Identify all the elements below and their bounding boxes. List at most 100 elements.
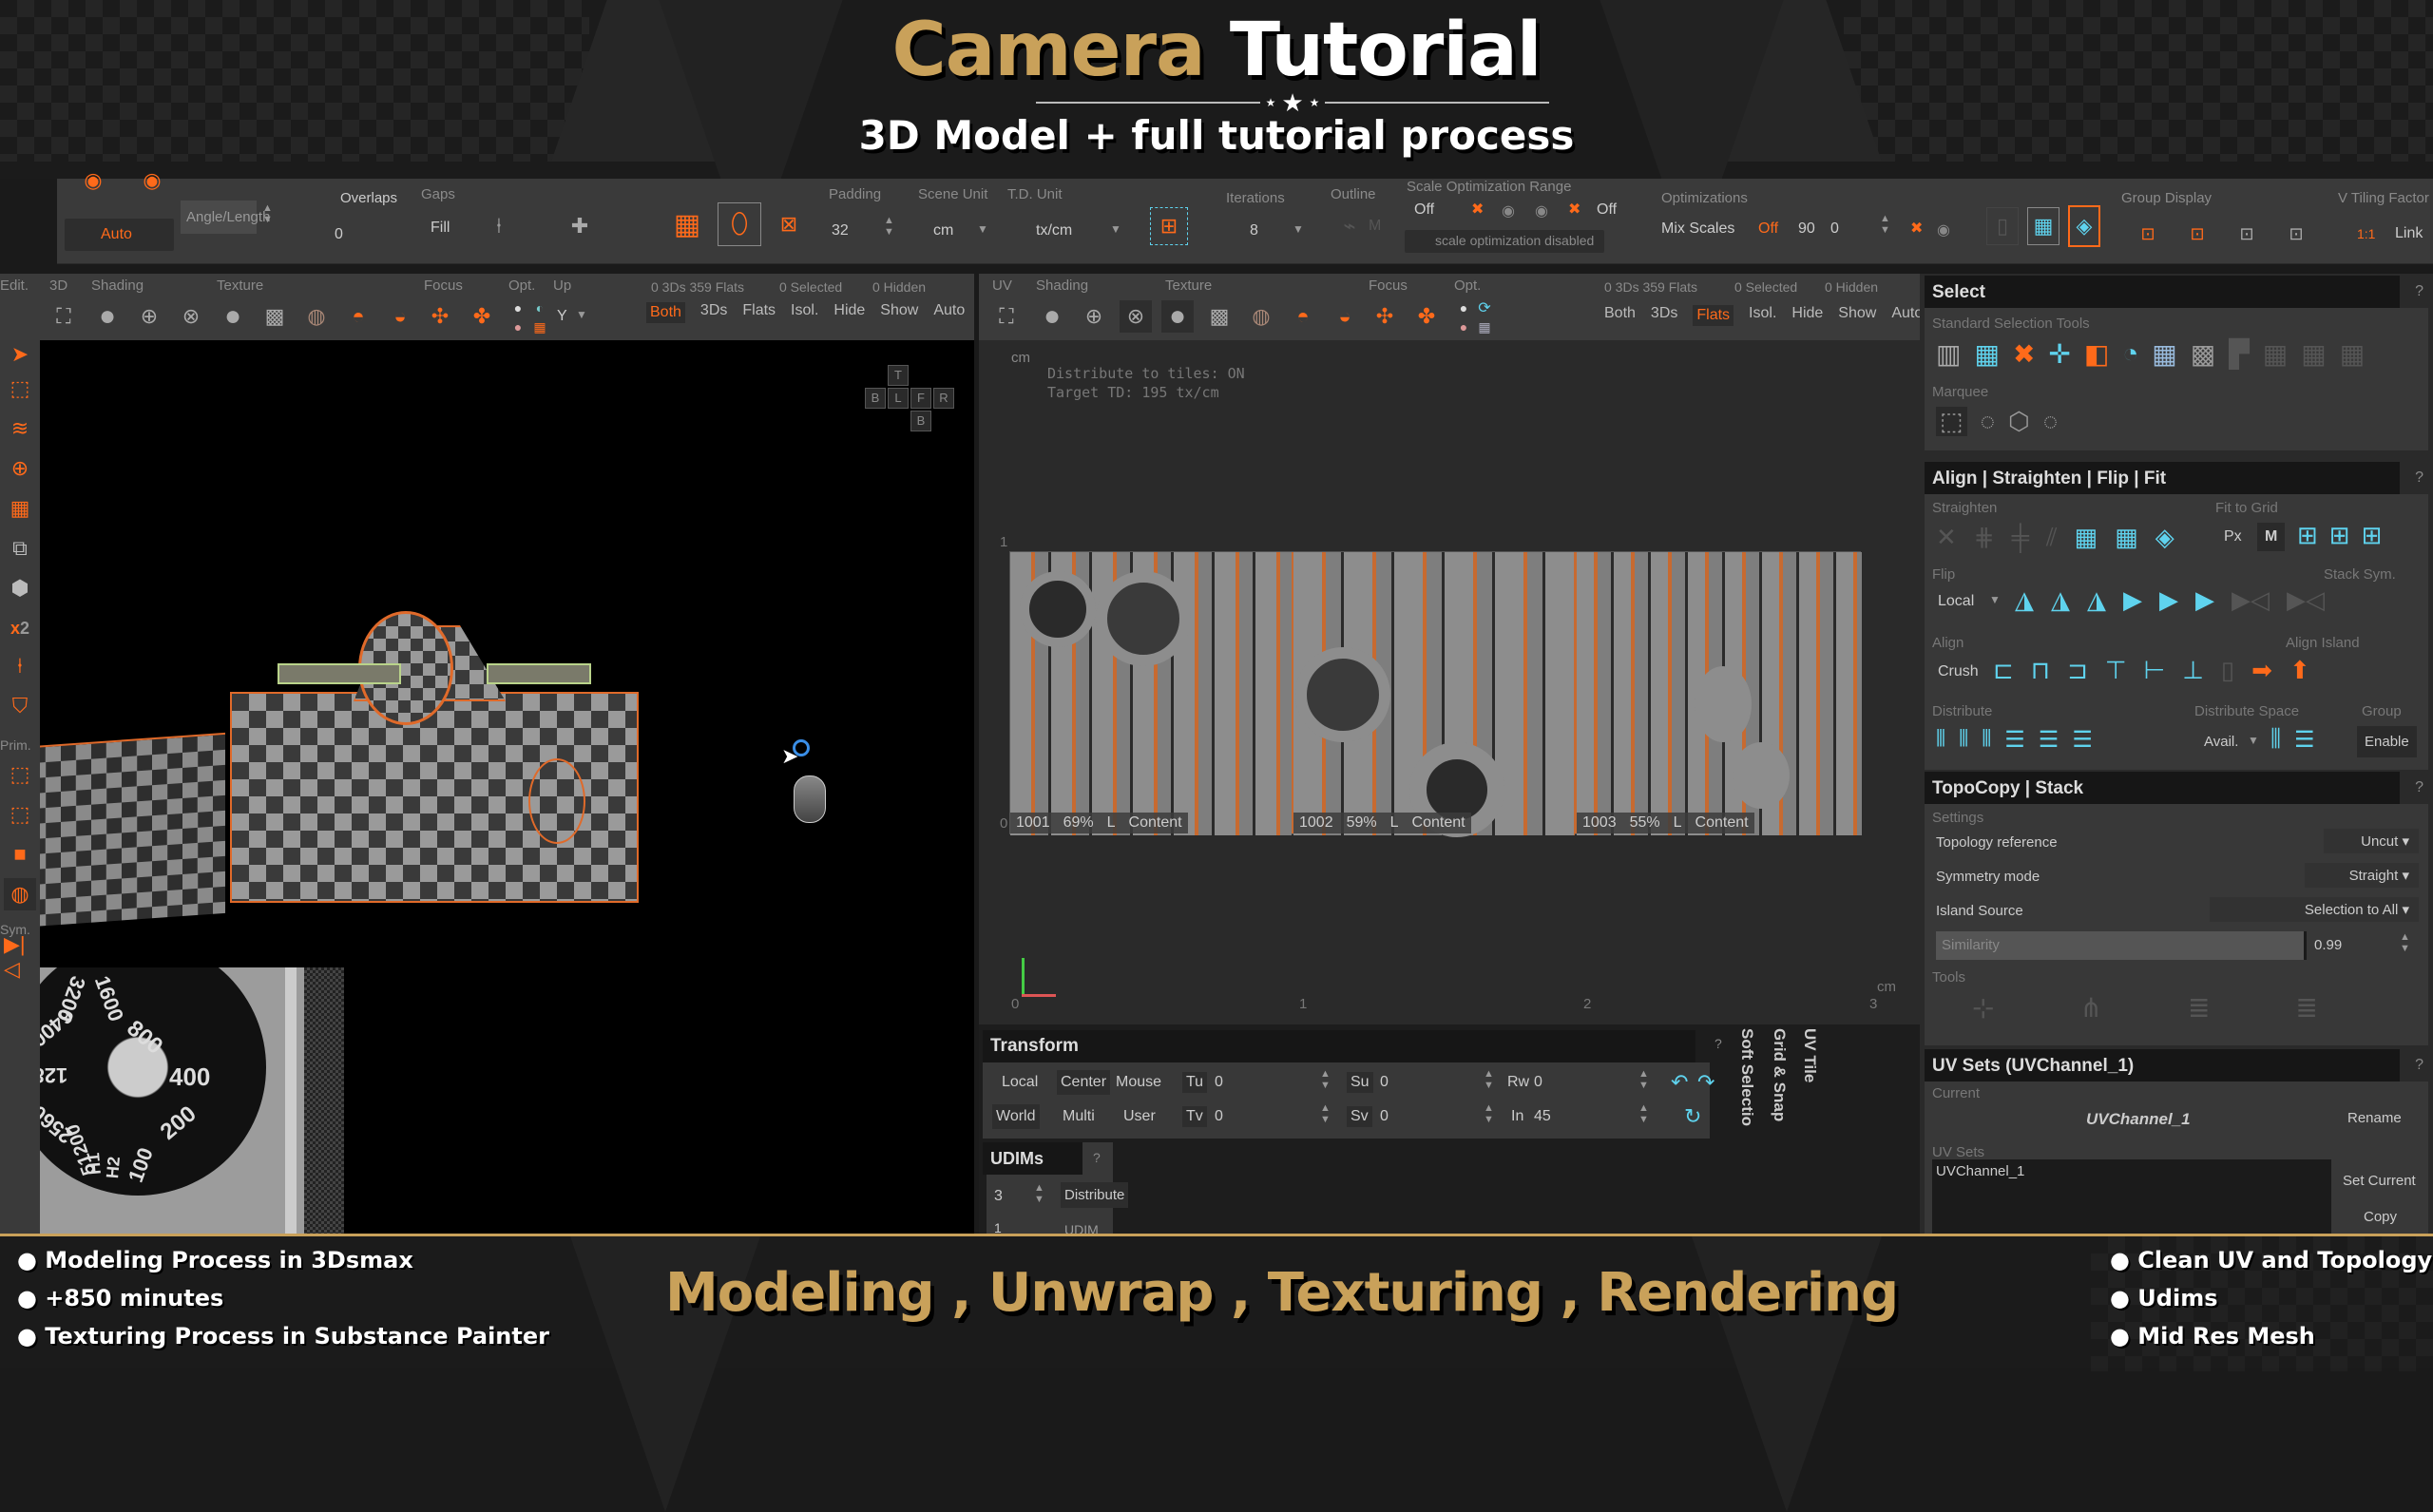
tab-grid-snap[interactable]: Grid & Snap — [1770, 1028, 1789, 1121]
wireframe-shading-icon[interactable]: ⊕ — [1078, 300, 1110, 333]
select-columns-icon[interactable]: ▥ — [1936, 338, 1961, 370]
transform-box-icon[interactable]: ⬚ — [4, 373, 36, 405]
center-toggle[interactable]: Center — [1057, 1070, 1111, 1095]
su-button[interactable]: Su — [1347, 1072, 1373, 1093]
flip-v-center-icon[interactable]: ▶ — [2159, 585, 2178, 615]
copy-button[interactable]: Copy — [2364, 1209, 2397, 1225]
close-icon[interactable]: ✖ — [1471, 200, 1484, 219]
grow-selection-icon[interactable]: ▦ — [2152, 338, 2176, 370]
udim-count-stepper[interactable]: ▲ ▼ — [1034, 1182, 1044, 1205]
solid-shading-icon[interactable]: ● — [91, 300, 124, 333]
tv-stepper[interactable]: ▲ ▼ — [1320, 1102, 1331, 1125]
texel-density-icon[interactable]: ⊞ — [1150, 207, 1188, 245]
outline-m[interactable]: M — [1369, 218, 1381, 235]
similarity-slider[interactable]: Similarity — [1936, 931, 2307, 960]
select-similar-icon[interactable]: ◔ — [2122, 338, 2138, 370]
wire-solid-shading-icon[interactable]: ⊗ — [175, 300, 207, 333]
sphere-grid-icon[interactable]: ⊕ — [4, 452, 36, 485]
focus-selected-icon[interactable]: ✤ — [466, 300, 498, 333]
uvsets-list-item[interactable]: UVChannel_1 — [1936, 1163, 2024, 1179]
mix-stepper[interactable]: ▲ ▼ — [1880, 213, 1890, 236]
help-button[interactable]: ? — [2415, 469, 2423, 487]
similarity-stepper[interactable]: ▲ ▼ — [2400, 931, 2410, 954]
filter-auto[interactable]: Auto — [933, 302, 965, 323]
filter-3ds[interactable]: 3Ds — [700, 302, 727, 323]
frame-icon[interactable]: ⛶ — [992, 302, 1021, 331]
select-overlap-icon[interactable]: ◧ — [2084, 338, 2109, 370]
rw-input[interactable]: 0 — [1534, 1074, 1542, 1091]
stack-sym2-icon[interactable]: ▶◁ — [2287, 585, 2325, 615]
fit-grid-equal-icon[interactable]: ⊞ — [2362, 521, 2383, 550]
focus-all-icon[interactable]: ✣ — [424, 300, 456, 333]
ball-icon[interactable]: ● — [508, 317, 527, 336]
shield-icon[interactable]: ⛉ — [4, 690, 36, 722]
focus-selected-icon[interactable]: ✤ — [1410, 300, 1443, 333]
straighten-v-icon[interactable]: ╪ — [2012, 523, 2029, 553]
grid-floor-icon[interactable]: ▦ — [530, 317, 549, 336]
tu-button[interactable]: Tu — [1182, 1072, 1208, 1093]
select-grid-icon[interactable]: ▦ — [2263, 338, 2288, 370]
up-axis-dropdown[interactable]: Y — [557, 308, 567, 325]
px-toggle[interactable]: Px — [2224, 528, 2242, 545]
align-island-icon[interactable]: ▯ — [2221, 656, 2234, 685]
unwrap-icon[interactable]: ◉ — [74, 168, 112, 192]
filter-flats[interactable]: Flats — [1693, 305, 1734, 326]
overlaps-input[interactable]: 0 — [335, 226, 343, 243]
group-display-icon[interactable]: ◈ — [2068, 205, 2100, 247]
sv-stepper[interactable]: ▲ ▼ — [1484, 1102, 1494, 1125]
rotate-ccw-icon[interactable]: ↶ — [1671, 1070, 1688, 1095]
filter-hide[interactable]: Hide — [1791, 305, 1823, 326]
straighten-diag-icon[interactable]: ⫽ — [2046, 523, 2058, 553]
stitch-icon[interactable]: ⧉ — [4, 532, 36, 565]
grid-display-icon[interactable]: ▯ — [1986, 207, 2019, 245]
su-stepper[interactable]: ▲ ▼ — [1484, 1068, 1494, 1091]
select-grid2-icon[interactable]: ▦ — [2301, 338, 2326, 370]
local-toggle[interactable]: Local — [1002, 1074, 1038, 1091]
help-button[interactable]: ? — [1715, 1036, 1722, 1051]
select-edge-icon[interactable]: ▛ — [2229, 338, 2250, 370]
color-texture-icon[interactable]: ◍ — [1245, 300, 1277, 333]
filter-both[interactable]: Both — [646, 302, 685, 323]
island-source-dropdown[interactable]: Selection to All ▾ — [2210, 897, 2419, 922]
filter-3ds[interactable]: 3Ds — [1651, 305, 1677, 326]
grid-icon[interactable]: ▦ — [1475, 317, 1494, 336]
distribute-right-icon[interactable]: ⫴ — [1982, 726, 1991, 754]
multi-toggle[interactable]: Multi — [1063, 1108, 1095, 1125]
filter-auto[interactable]: Auto — [1891, 305, 1923, 326]
align-right-icon[interactable]: ⊐ — [2067, 656, 2088, 685]
flip-v-top-icon[interactable]: ▶ — [2123, 585, 2142, 615]
similarity-input[interactable]: 0.99 — [2314, 937, 2342, 953]
angle-length-dropdown[interactable]: Angle/Length — [181, 201, 270, 234]
fit-grid-minus-icon[interactable]: ⊞ — [2329, 521, 2350, 550]
distribute-space-h-icon[interactable]: ⫼ — [2270, 726, 2281, 754]
filter-both[interactable]: Both — [1604, 305, 1636, 326]
align-left-icon[interactable]: ⊏ — [1993, 656, 2014, 685]
select-grid3-icon[interactable]: ▦ — [2340, 338, 2365, 370]
rw-stepper[interactable]: ▲ ▼ — [1638, 1068, 1649, 1091]
unwrap-icon[interactable]: ◉ — [133, 168, 171, 192]
frame-icon[interactable]: ⛶ — [49, 302, 78, 331]
udims-help[interactable]: ? — [1082, 1142, 1113, 1175]
flip-h-right-icon[interactable]: ◮ — [2087, 585, 2106, 615]
align-center-v-icon[interactable]: ⊢ — [2144, 656, 2166, 685]
marquee-lasso-icon[interactable]: ◌ — [1981, 407, 1995, 436]
symmetry-icon[interactable]: ▶|◁ — [4, 932, 36, 981]
help-button[interactable]: ? — [2415, 779, 2423, 796]
select-arrow-icon[interactable]: ➤ — [4, 338, 36, 371]
flip-space-dropdown[interactable]: Local — [1938, 593, 1974, 610]
align-bottom-icon[interactable]: ⊥ — [2182, 656, 2204, 685]
pack-pinned-icon[interactable]: ⊠ — [770, 202, 808, 246]
filter-flats[interactable]: Flats — [742, 302, 776, 323]
deselect-icon[interactable]: ✖ — [2013, 338, 2035, 370]
set-current-button[interactable]: Set Current — [2343, 1173, 2416, 1189]
close-icon[interactable]: ✖ — [1568, 200, 1580, 219]
stack-sym-icon[interactable]: ▶◁ — [2232, 585, 2270, 615]
distribute-space-v-icon[interactable]: ☰ — [2294, 726, 2315, 754]
wire-solid-shading-icon[interactable]: ⊗ — [1120, 300, 1152, 333]
tv-button[interactable]: Tv — [1182, 1106, 1207, 1127]
flip-v-bottom-icon[interactable]: ▶ — [2195, 585, 2214, 615]
solid-shading-icon[interactable]: ● — [1036, 300, 1068, 333]
stack-icon[interactable]: ≣ — [2188, 992, 2210, 1024]
scale-opt-max-dropdown[interactable]: Off — [1597, 201, 1617, 219]
align-island-h-icon[interactable]: ➡ — [2251, 656, 2272, 685]
